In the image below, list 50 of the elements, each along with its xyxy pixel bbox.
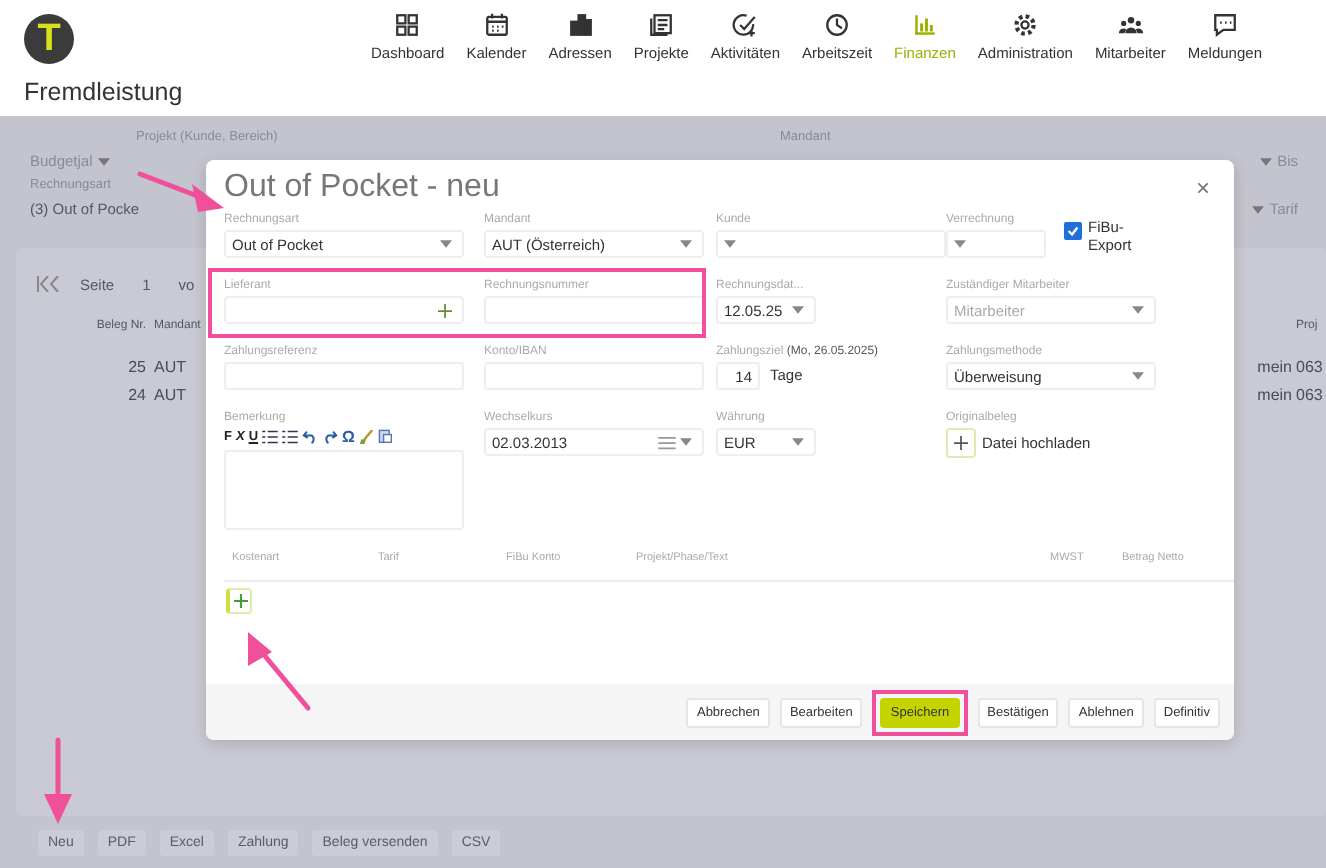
checkbox[interactable] — [1064, 222, 1082, 240]
caret-icon — [1251, 205, 1264, 213]
lookup-field[interactable] — [224, 296, 464, 324]
bar-chart-icon — [911, 12, 938, 38]
clipboard-icon[interactable] — [378, 428, 393, 444]
clock-icon — [824, 12, 851, 38]
calendar-icon — [483, 12, 510, 38]
first-page-icon[interactable] — [36, 276, 64, 292]
close-button[interactable]: × — [1191, 174, 1214, 202]
plus-icon[interactable] — [438, 303, 452, 317]
table-cell-text: 25 — [126, 357, 148, 375]
add-row-button[interactable] — [226, 588, 252, 614]
caret-icon — [680, 438, 692, 446]
chat-icon — [1211, 12, 1238, 38]
caret-icon — [792, 306, 804, 314]
caret-icon — [1259, 157, 1272, 165]
select-field[interactable] — [946, 230, 1046, 258]
people-icon — [1117, 12, 1144, 38]
annotation-arrow — [137, 171, 224, 212]
plus-icon — [954, 436, 968, 450]
table-cell-text: mein — [1255, 357, 1294, 375]
dialog-title: Out of Pocket - neu — [224, 170, 500, 206]
list-icon[interactable] — [282, 429, 299, 443]
table-cell-text: 24 — [126, 385, 148, 403]
brush-icon[interactable] — [358, 429, 375, 443]
logo[interactable]: T — [24, 14, 74, 64]
select-field[interactable] — [716, 230, 946, 258]
table-cell-text: 063 — [1296, 357, 1325, 375]
table-cell-text: mein — [1255, 385, 1294, 403]
redo-icon[interactable] — [322, 429, 339, 443]
gear-icon — [1012, 12, 1039, 38]
table-cell-text: AUT — [154, 385, 188, 403]
buildings-icon — [567, 12, 594, 38]
undo-icon[interactable] — [302, 429, 319, 443]
list-icon[interactable] — [262, 429, 279, 443]
plus-icon — [233, 594, 247, 608]
caret-icon — [1132, 306, 1144, 314]
annotation-arrow — [44, 737, 72, 824]
document-icon — [648, 12, 675, 38]
check-icon — [732, 12, 759, 38]
table-cell-text: AUT — [154, 357, 188, 375]
format-button[interactable]: Ω — [342, 427, 355, 445]
caret-icon — [98, 157, 111, 165]
page-title: Fremdleistung — [24, 78, 183, 106]
caret-icon — [1132, 372, 1144, 380]
grid-icon — [394, 12, 421, 38]
caret-icon — [792, 438, 804, 446]
input-field[interactable] — [484, 296, 704, 324]
annotation-arrow — [248, 632, 311, 711]
table-cell-text: 063 — [1296, 385, 1325, 403]
